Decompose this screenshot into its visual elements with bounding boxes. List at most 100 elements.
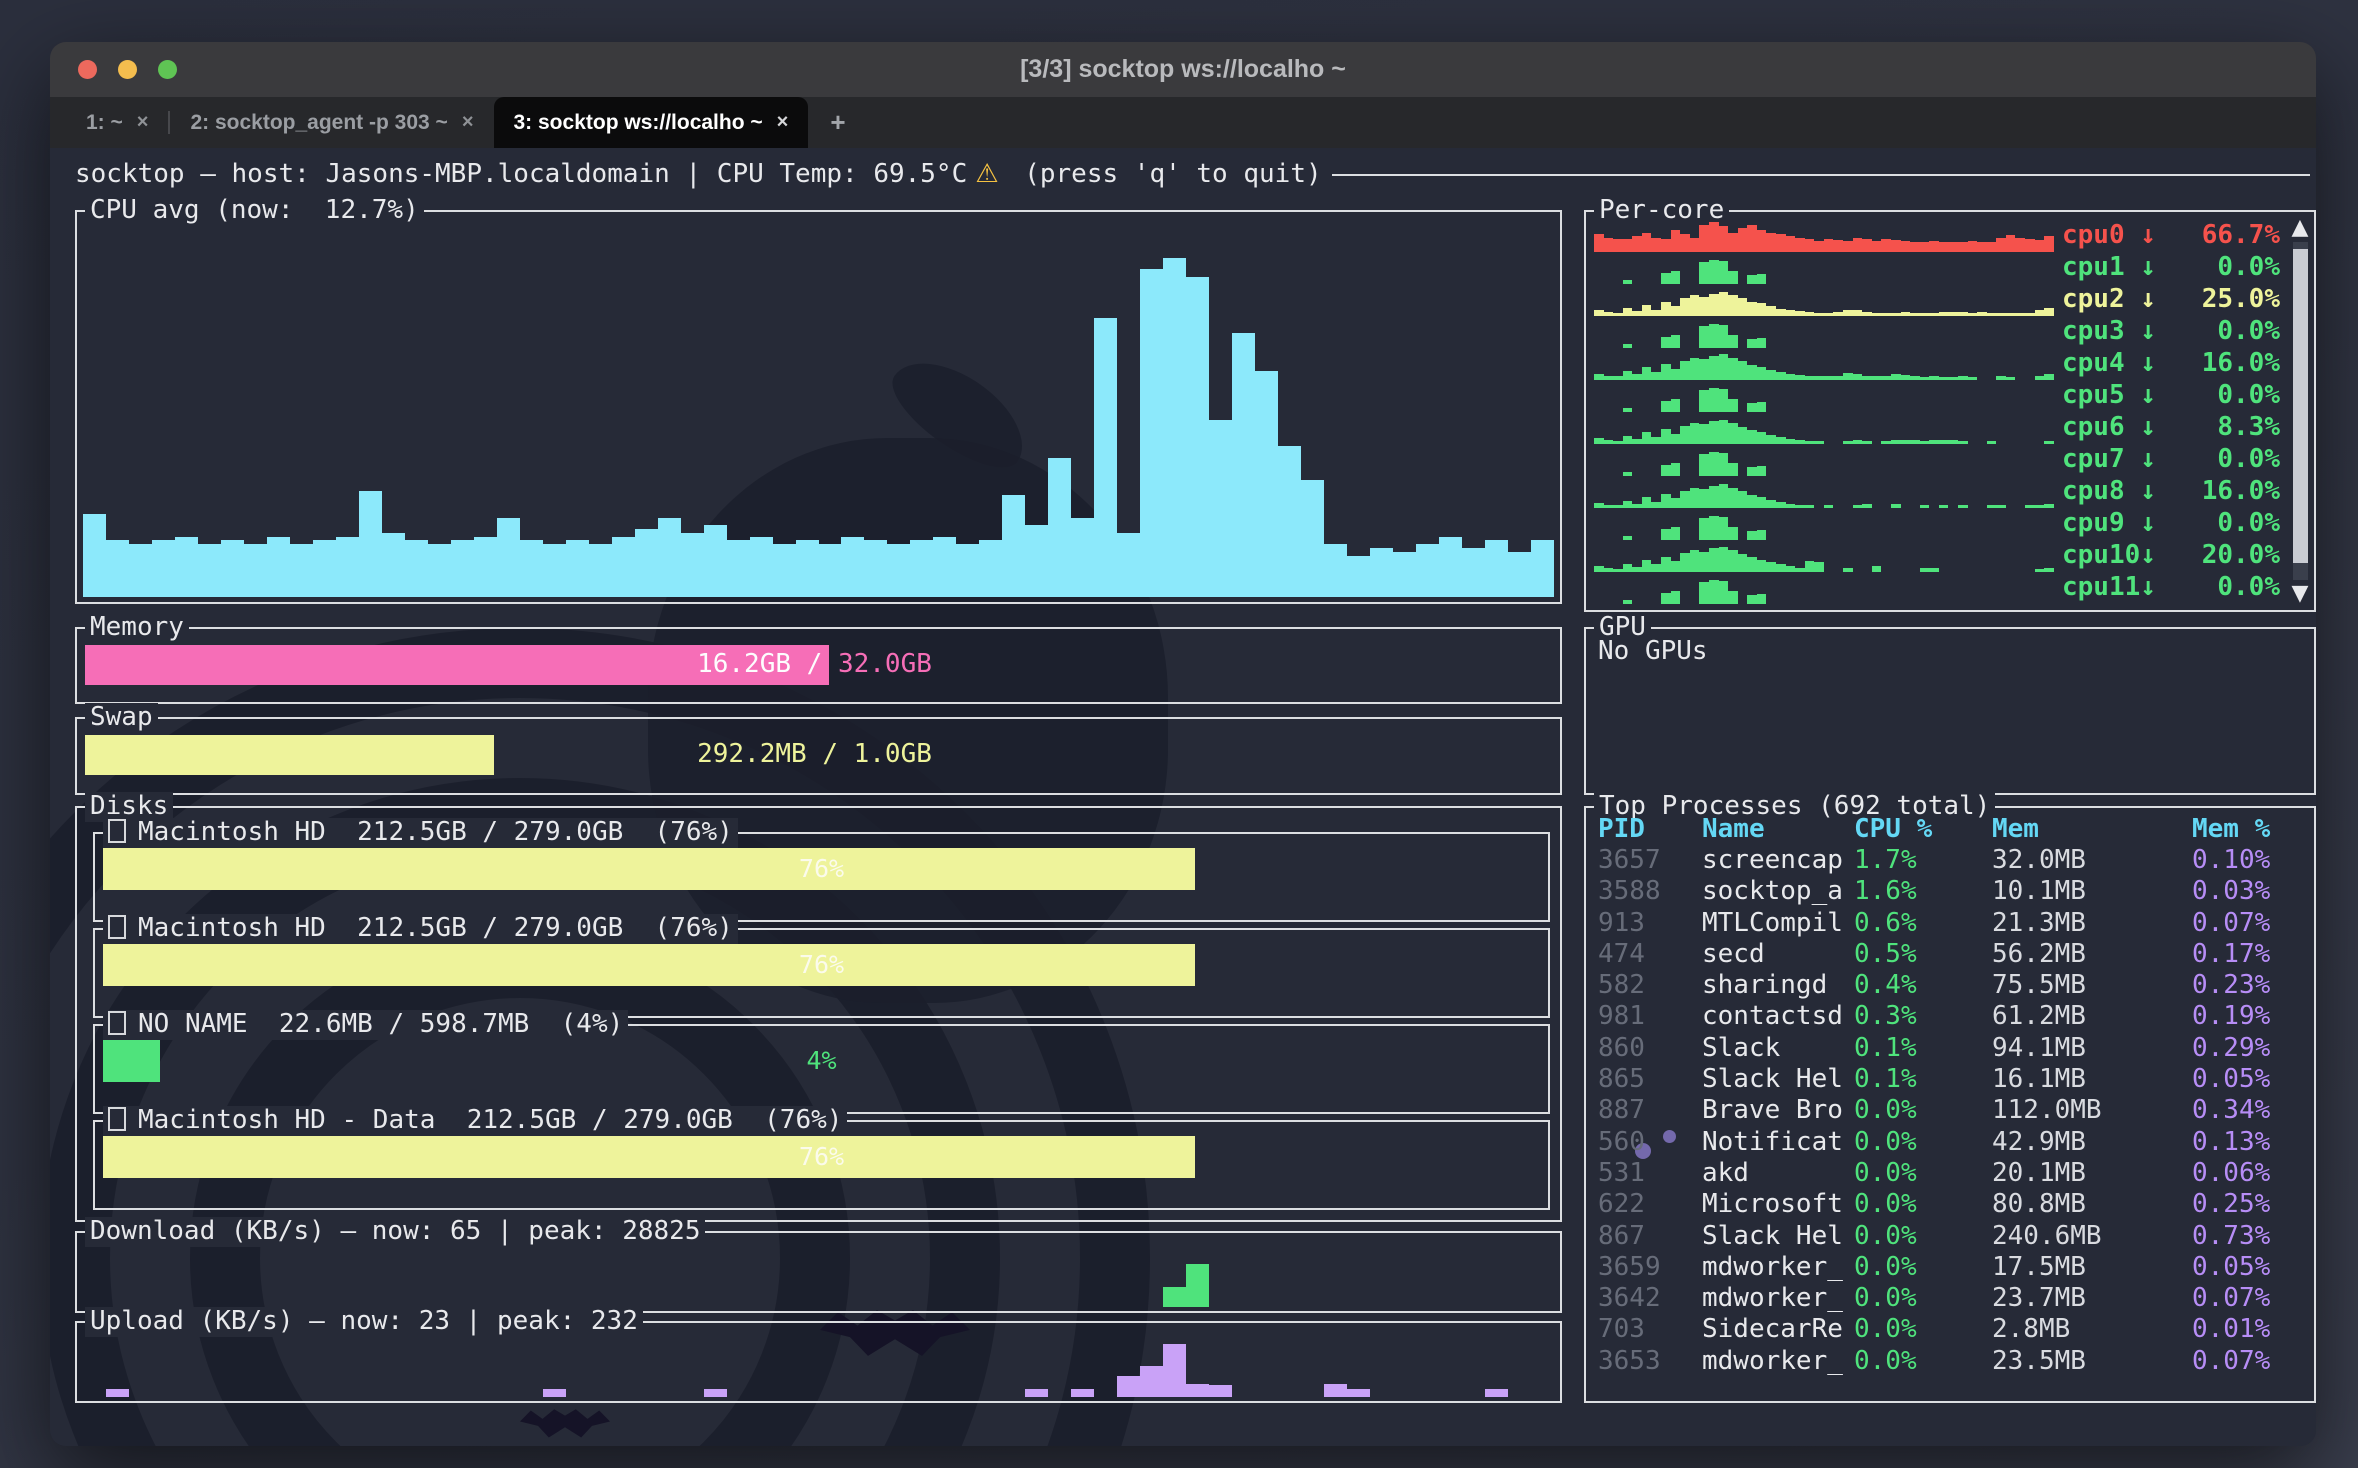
process-name: Microsoft [1702,1190,1854,1220]
core-label: cpu2 ↓25.0% [2062,285,2280,315]
zoom-window-icon[interactable] [158,60,177,79]
core-row-cpu9: cpu9 ↓0.0% [1594,508,2280,540]
process-mem-pct: 0.03% [2192,877,2308,907]
process-name: mdworker_ [1702,1284,1854,1314]
new-tab-button[interactable]: + [808,97,867,148]
process-mem: 23.5MB [1992,1347,2192,1377]
process-pid: 560 [1598,1128,1702,1158]
status-header: socktop — host: Jasons-MBP.localdomain |… [75,160,2310,190]
process-pid: 860 [1598,1034,1702,1064]
download-history-chart [83,1247,1554,1307]
tab-close-icon[interactable]: × [137,111,149,134]
window-titlebar[interactable]: [3/3] socktop ws://localho ~ [50,42,2316,97]
core-row-cpu10: cpu10↓20.0% [1594,540,2280,572]
cpu-avg-panel: CPU avg (now: 12.7%) [75,210,1562,604]
process-name: contactsd [1702,1002,1854,1032]
scrollbar-thumb[interactable] [2293,249,2308,563]
memory-panel: Memory 16.2GB / 32.0GB16.2GB / 32.0GB [75,627,1562,704]
core-sparkline [1594,444,2054,476]
scroll-up-icon[interactable]: ▲ [2292,216,2309,240]
disk-item: Macintosh HD - Data 212.5GB / 279.0GB (7… [93,1120,1550,1210]
process-cpu: 0.0% [1854,1190,1992,1220]
disk-title: Macintosh HD 212.5GB / 279.0GB (76%) [103,914,738,944]
scroll-down-icon[interactable]: ▼ [2292,582,2309,606]
core-sparkline [1594,476,2054,508]
core-label: cpu7 ↓0.0% [2062,445,2280,475]
core-row-cpu4: cpu4 ↓16.0% [1594,348,2280,380]
core-label: cpu4 ↓16.0% [2062,349,2280,379]
core-row-cpu0: cpu0 ↓66.7% [1594,220,2280,252]
process-name: screencap [1702,846,1854,876]
process-name: mdworker_ [1702,1253,1854,1283]
process-mem-pct: 0.06% [2192,1159,2308,1189]
process-pid: 703 [1598,1315,1702,1345]
process-pid: 582 [1598,971,1702,1001]
process-cpu: 0.0% [1854,1096,1992,1126]
column-header: Mem [1992,815,2192,845]
process-pid: 3642 [1598,1284,1702,1314]
process-name: Notificat [1702,1128,1854,1158]
bar-fill: 76% [103,1136,1195,1178]
gpu-status-text: No GPUs [1598,637,1708,667]
bar-fill: 292.2MB / 1.0GB [85,735,494,775]
tab-label: 2: socktop_agent -p 303 ~ [190,111,447,135]
tab-close-icon[interactable]: × [462,111,474,134]
disk-title: NO NAME 22.6MB / 598.7MB (4%) [103,1010,628,1040]
process-pid: 3653 [1598,1347,1702,1377]
memory-usage-bar: 16.2GB / 32.0GB16.2GB / 32.0GB [85,645,1544,685]
tab-1[interactable]: 1: ~× [66,97,168,148]
disk-usage-bar: 76%76% [103,944,1540,986]
tab-3[interactable]: 3: socktop ws://localho ~× [494,97,809,148]
close-window-icon[interactable] [78,60,97,79]
tab-close-icon[interactable]: × [777,111,789,134]
core-sparkline [1594,252,2054,284]
process-mem: 2.8MB [1992,1315,2192,1345]
process-mem-pct: 0.07% [2192,909,2308,939]
column-header: CPU % [1854,815,1992,845]
process-cpu: 0.1% [1854,1034,1992,1064]
process-pid: 865 [1598,1065,1702,1095]
disk-title: Macintosh HD 212.5GB / 279.0GB (76%) [103,818,738,848]
bar-fill: 76% [103,848,1195,890]
process-mem-pct: 0.29% [2192,1034,2308,1064]
download-panel-title: Download (KB/s) — now: 65 | peak: 28825 [85,1217,705,1247]
process-mem: 94.1MB [1992,1034,2192,1064]
minimize-window-icon[interactable] [118,60,137,79]
process-mem: 32.0MB [1992,846,2192,876]
process-mem: 10.1MB [1992,877,2192,907]
disk-usage-bar: 4%4% [103,1040,1540,1082]
core-sparkline [1594,540,2054,572]
process-mem-pct: 0.23% [2192,971,2308,1001]
per-core-scrollbar[interactable]: ▲ ▼ [2289,216,2311,606]
core-sparkline [1594,572,2054,604]
process-pid: 887 [1598,1096,1702,1126]
process-pid: 3588 [1598,877,1702,907]
bar-fill: 16.2GB / 32.0GB [85,645,829,685]
process-cpu: 1.6% [1854,877,1992,907]
process-cpu: 0.0% [1854,1159,1992,1189]
disk-icon [108,1107,126,1131]
process-cpu: 0.1% [1854,1065,1992,1095]
process-name: Brave Bro [1702,1096,1854,1126]
disk-item: Macintosh HD 212.5GB / 279.0GB (76%)76%7… [93,832,1550,922]
core-row-cpu2: cpu2 ↓25.0% [1594,284,2280,316]
swap-panel-title: Swap [85,703,158,733]
tab-2[interactable]: 2: socktop_agent -p 303 ~ × [170,97,493,148]
process-mem: 75.5MB [1992,971,2192,1001]
core-label: cpu8 ↓16.0% [2062,477,2280,507]
disk-icon [108,915,126,939]
disk-icon [108,819,126,843]
top-processes-panel: Top Processes (692 total) PIDNameCPU %Me… [1584,806,2316,1403]
gpu-panel: GPU No GPUs [1584,627,2316,795]
traffic-lights [78,60,177,79]
process-name: socktop_a [1702,877,1854,907]
disk-usage-bar: 76%76% [103,848,1540,890]
screen: [3/3] socktop ws://localho ~ 1: ~×2: soc… [0,0,2358,1468]
bar-label: 4% [103,1040,1540,1082]
scrollbar-track[interactable] [2293,242,2308,580]
process-mem: 17.5MB [1992,1253,2192,1283]
upload-panel: Upload (KB/s) — now: 23 | peak: 232 [75,1321,1562,1403]
quit-hint: (press 'q' to quit) [1024,160,1321,190]
process-pid: 867 [1598,1222,1702,1252]
disks-panel: Disks Macintosh HD 212.5GB / 279.0GB (76… [75,806,1562,1222]
